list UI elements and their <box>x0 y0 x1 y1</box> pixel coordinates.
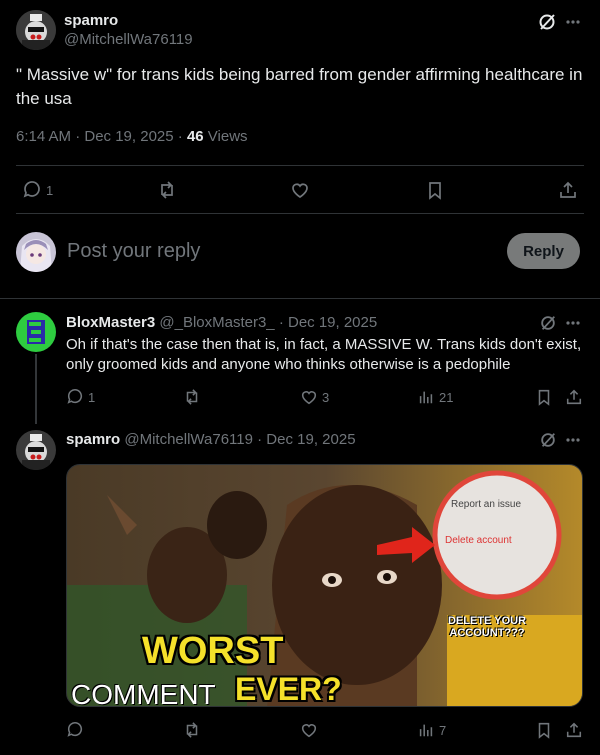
post-media-image[interactable]: Report an issue Delete account DELETE YO… <box>66 464 583 707</box>
reply-header: spamro @MitchellWa76119 · Dec 19, 2025 <box>66 431 356 448</box>
share-button[interactable] <box>558 180 578 200</box>
media-caption-big: WORST <box>142 630 284 672</box>
reply-input[interactable]: Post your reply <box>67 240 200 263</box>
bookmark-button[interactable] <box>535 721 553 739</box>
like-button[interactable]: 3 <box>300 388 329 406</box>
more-icon[interactable] <box>565 315 581 331</box>
avatar[interactable] <box>16 430 56 470</box>
views-count: 21 <box>439 389 454 405</box>
more-icon[interactable] <box>565 14 581 30</box>
like-button[interactable] <box>290 180 310 200</box>
like-button[interactable] <box>300 721 318 739</box>
media-menu-item: Report an issue <box>451 499 522 510</box>
media-caption-big: EVER? <box>235 671 342 707</box>
views-button[interactable]: 7 <box>417 721 446 739</box>
views-count: 46 <box>186 128 204 145</box>
divider <box>16 165 584 166</box>
grok-icon[interactable] <box>539 431 557 449</box>
share-button[interactable] <box>565 388 583 406</box>
author-meta[interactable]: @MitchellWa76119 · Dec 19, 2025 <box>124 431 355 448</box>
views-label: Views <box>207 128 248 145</box>
reply-count: 1 <box>88 389 96 405</box>
bookmark-button[interactable] <box>535 388 553 406</box>
reply-submit-button[interactable]: Reply <box>507 233 580 269</box>
author-name[interactable]: spamro <box>64 12 118 29</box>
thread-line <box>35 354 37 424</box>
media-caption: DELETE YOUR ACCOUNT??? <box>447 615 527 639</box>
repost-button[interactable] <box>183 388 201 406</box>
grok-icon[interactable] <box>537 12 557 32</box>
reply-header: BloxMaster3 @_BloxMaster3_ · Dec 19, 202… <box>66 314 377 331</box>
post-time: 6:14 AM · Dec 19, 2025 · <box>16 128 187 145</box>
author-name[interactable]: spamro <box>66 431 120 448</box>
author-name[interactable]: BloxMaster3 <box>66 314 155 331</box>
reply-text: Oh if that's the case then that is, in f… <box>66 336 582 373</box>
avatar[interactable] <box>16 10 56 50</box>
post-timestamp: 6:14 AM · Dec 19, 2025 · 46 Views <box>16 128 248 145</box>
divider <box>0 298 600 299</box>
user-avatar[interactable] <box>16 232 56 272</box>
share-button[interactable] <box>565 721 583 739</box>
post-text: " Massive w" for trans kids being barred… <box>16 65 583 108</box>
like-count: 3 <box>322 389 330 405</box>
bookmark-button[interactable] <box>425 180 445 200</box>
divider <box>16 213 584 214</box>
media-menu-item: Delete account <box>445 535 512 546</box>
reply-button[interactable]: 1 <box>66 388 95 406</box>
media-caption-small: COMMENT <box>71 679 216 707</box>
views-count: 7 <box>439 722 447 738</box>
grok-icon[interactable] <box>539 314 557 332</box>
reply-button[interactable] <box>66 721 84 739</box>
author-handle[interactable]: @MitchellWa76119 <box>64 31 193 48</box>
author-meta[interactable]: @_BloxMaster3_ · Dec 19, 2025 <box>159 314 377 331</box>
avatar[interactable] <box>16 312 56 352</box>
more-icon[interactable] <box>565 432 581 448</box>
repost-button[interactable] <box>157 180 177 200</box>
reply-count: 1 <box>46 182 54 198</box>
reply-button[interactable]: 1 <box>22 180 53 200</box>
views-button[interactable]: 21 <box>417 388 453 406</box>
repost-button[interactable] <box>183 721 201 739</box>
